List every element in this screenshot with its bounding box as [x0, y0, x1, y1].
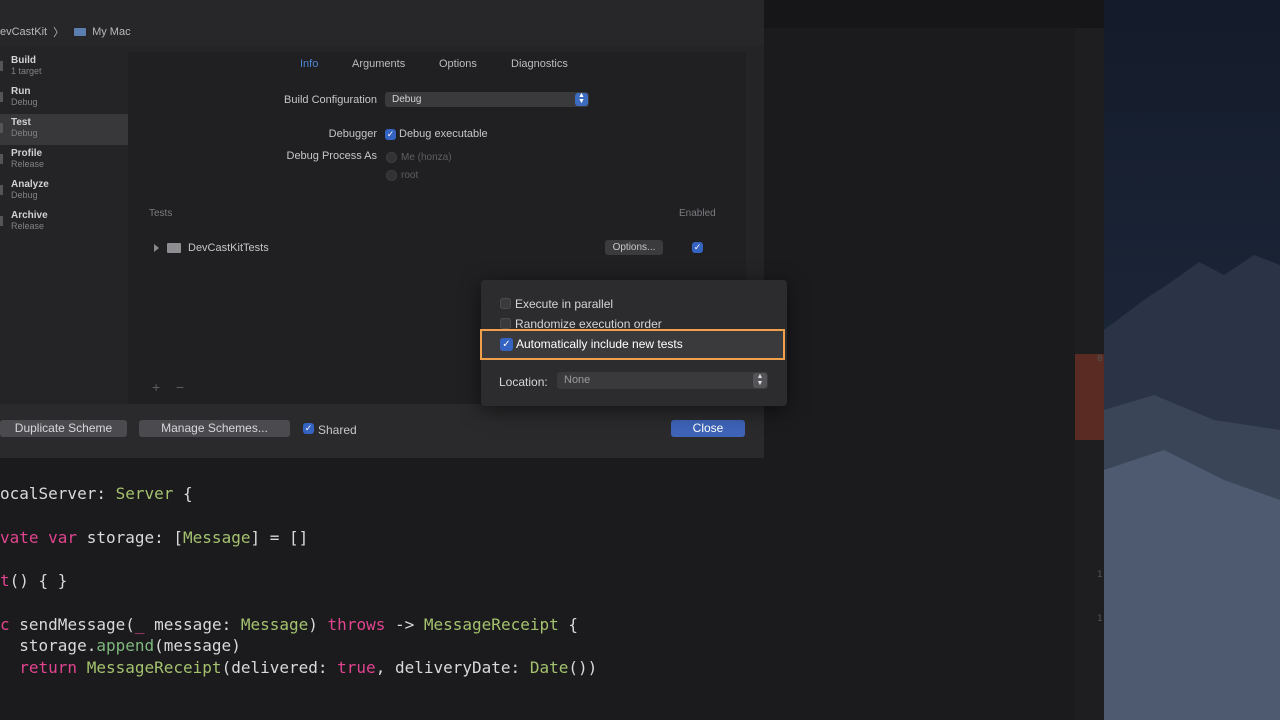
tab-options[interactable]: Options [439, 58, 477, 70]
code-line: vate var storage: [Message] = [] [0, 528, 309, 547]
sidebar-item-run[interactable]: Run Debug [0, 83, 128, 114]
updown-arrows-icon: ▲ ▼ [575, 92, 588, 106]
build-configuration-value: Debug [392, 94, 422, 105]
close-button[interactable]: Close [671, 420, 745, 437]
sidebar-item-archive[interactable]: Archive Release [0, 207, 128, 238]
debug-process-label: Debug Process As [286, 150, 378, 162]
tab-arguments[interactable]: Arguments [352, 58, 405, 70]
sidebar-item-subtitle: Debug [11, 190, 38, 200]
debugger-value: Debug executable [399, 128, 488, 140]
sidebar-item-title: Test [11, 117, 31, 128]
build-icon [0, 61, 3, 71]
duplicate-scheme-button[interactable]: Duplicate Scheme [0, 420, 127, 437]
enabled-column-header: Enabled [679, 208, 716, 219]
code-line: ocalServer: Server { [0, 484, 193, 503]
sidebar-item-build[interactable]: Build 1 target [0, 52, 128, 83]
test-enabled-checkbox[interactable]: ✓ [692, 242, 703, 253]
editor-tab-bar [764, 0, 1104, 28]
archive-icon [0, 216, 3, 226]
test-options-button[interactable]: Options... [605, 240, 663, 255]
build-configuration-popup[interactable]: Debug ▲ ▼ [385, 92, 589, 107]
code-line: return MessageReceipt(delivered: true, d… [19, 658, 598, 677]
gutter-number: 1 [1097, 570, 1103, 580]
profile-icon [0, 154, 3, 164]
sidebar-item-subtitle: Debug [11, 97, 38, 107]
location-label: Location: [499, 375, 548, 389]
build-configuration-label: Build Configuration [284, 94, 377, 106]
location-value: None [564, 374, 591, 386]
sidebar-item-test[interactable]: Test Debug [0, 114, 128, 145]
tests-column-header: Tests [149, 208, 173, 219]
sidebar-item-subtitle: Release [11, 159, 45, 169]
gutter-number: 1 [1097, 614, 1103, 624]
code-line: c sendMessage(_ message: Message) throws… [0, 615, 578, 634]
sidebar-item-analyze[interactable]: Analyze Debug [0, 176, 128, 207]
run-icon [0, 92, 3, 102]
code-line: storage.append(message) [0, 636, 241, 655]
execute-parallel-checkbox[interactable] [500, 298, 511, 309]
sidebar-item-profile[interactable]: Profile Release [0, 145, 128, 176]
add-test-button[interactable]: + [152, 379, 160, 395]
sidebar-item-title: Build [11, 55, 36, 66]
disclosure-triangle-icon[interactable] [154, 244, 159, 252]
sidebar-item-title: Profile [11, 148, 43, 159]
tab-diagnostics[interactable]: Diagnostics [511, 58, 568, 70]
radio-root[interactable] [386, 170, 397, 181]
sidebar-item-title: Run [11, 86, 31, 97]
gutter-number: 0 [1097, 354, 1103, 364]
test-target-name: DevCastKitTests [188, 242, 269, 254]
folder-icon [167, 243, 181, 253]
sheet-footer: Duplicate Scheme Manage Schemes... ✓ Sha… [0, 404, 764, 458]
highlighted-option-row[interactable]: ✓ Automatically include new tests [480, 329, 785, 360]
debugger-checkbox[interactable]: ✓ [385, 129, 396, 140]
randomize-order-checkbox[interactable] [500, 318, 511, 329]
sidebar-item-subtitle: Release [11, 221, 45, 231]
code-editor[interactable]: ocalServer: Server { vate var storage: [… [0, 484, 597, 677]
code-line: t() { } [0, 571, 68, 590]
sidebar-item-subtitle: 1 target [11, 66, 42, 76]
debug-process-option-root: root [401, 170, 419, 181]
tab-bar: Info Arguments Options Diagnostics [128, 58, 746, 72]
location-popup[interactable]: None ▲ ▼ [557, 372, 768, 389]
mac-icon [74, 28, 87, 36]
debug-process-option-me: Me (honza) [401, 152, 452, 163]
breadcrumb[interactable]: evCastKit 〉 My Mac [0, 24, 131, 40]
execute-parallel-label: Execute in parallel [515, 297, 614, 311]
sidebar-item-title: Analyze [11, 179, 49, 190]
manage-schemes-button[interactable]: Manage Schemes... [139, 420, 290, 437]
analyze-icon [0, 185, 3, 195]
test-icon [0, 123, 3, 133]
radio-me[interactable] [386, 152, 397, 163]
shared-label: Shared [318, 423, 357, 437]
chevron-right-icon: 〉 [53, 27, 65, 39]
sidebar-item-subtitle: Debug [11, 128, 38, 138]
scheme-action-sidebar: Build 1 target Run Debug Test Debug Profile… [0, 52, 128, 238]
remove-test-button[interactable]: − [176, 379, 184, 395]
debugger-label: Debugger [328, 128, 377, 140]
breadcrumb-destination[interactable]: My Mac [92, 26, 131, 38]
shared-checkbox[interactable]: ✓ [303, 423, 314, 434]
auto-include-tests-label: Automatically include new tests [516, 337, 683, 351]
updown-arrows-icon: ▲ ▼ [753, 373, 767, 388]
tab-info[interactable]: Info [300, 58, 318, 70]
auto-include-tests-checkbox[interactable]: ✓ [500, 338, 513, 351]
sidebar-item-title: Archive [11, 210, 48, 221]
issue-marker [1075, 354, 1104, 440]
breadcrumb-project[interactable]: evCastKit [0, 26, 47, 38]
desktop-background [1104, 0, 1280, 720]
